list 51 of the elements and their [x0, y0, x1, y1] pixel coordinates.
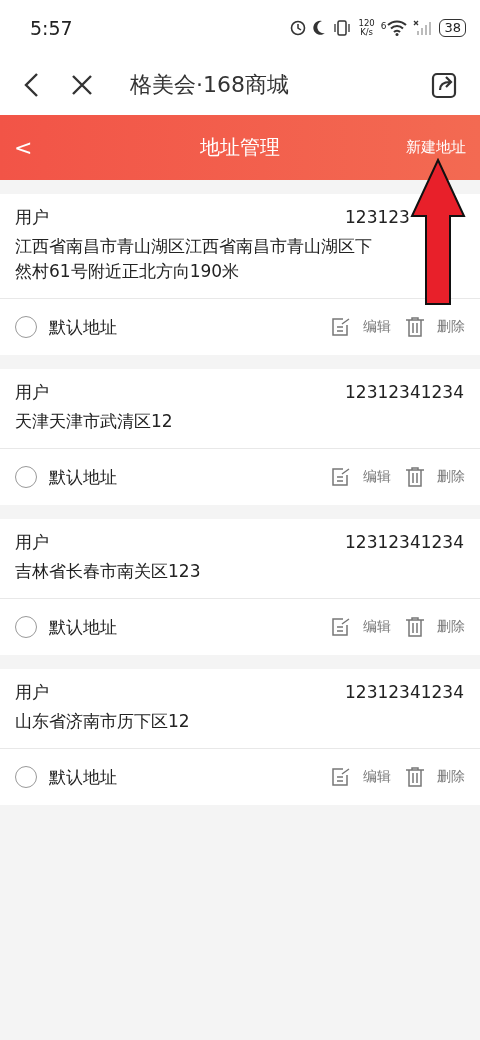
default-label: 默认地址	[49, 465, 118, 489]
address-text: 吉林省长春市南关区123	[15, 560, 202, 583]
delete-button[interactable]: 删除	[437, 318, 465, 336]
default-label: 默认地址	[49, 765, 118, 789]
header-title: 地址管理	[199, 134, 281, 161]
phone-number: 123123	[345, 206, 411, 228]
trash-icon	[405, 317, 425, 337]
wifi-label: 6	[380, 20, 387, 31]
phone-number: 12312341234	[345, 681, 465, 703]
recipient-name: 用户	[15, 206, 49, 228]
default-label: 默认地址	[49, 315, 118, 339]
default-radio[interactable]	[15, 316, 37, 338]
default-radio[interactable]	[15, 616, 37, 638]
address-text: 山东省济南市历下区12	[15, 710, 191, 733]
new-address-button[interactable]: 新建地址	[406, 138, 466, 157]
edit-button[interactable]: 编辑	[363, 768, 391, 786]
speed-unit: K/s	[359, 27, 375, 37]
recipient-name: 用户	[15, 531, 49, 553]
vibrate-icon	[332, 19, 353, 36]
wifi-icon	[387, 19, 408, 36]
edit-icon	[331, 767, 351, 787]
moon-icon	[312, 19, 327, 36]
signal-icon	[413, 19, 434, 36]
address-text: 江西省南昌市青山湖区江西省南昌市青山湖区下然村61号附近正北方向190米	[15, 235, 373, 283]
trash-icon	[405, 467, 425, 487]
delete-button[interactable]: 删除	[437, 468, 465, 486]
edit-button[interactable]: 编辑	[363, 468, 391, 486]
default-radio[interactable]	[15, 466, 37, 488]
clock: 5:57	[30, 16, 74, 39]
recipient-name: 用户	[15, 681, 49, 703]
edit-button[interactable]: 编辑	[363, 618, 391, 636]
trash-icon	[405, 767, 425, 787]
page-title: 格美会·168商城	[130, 71, 290, 99]
battery-level: 38	[439, 18, 466, 37]
clock-icon	[290, 19, 307, 36]
edit-icon	[331, 467, 351, 487]
phone-number: 12312341234	[345, 531, 465, 553]
phone-number: 12312341234	[345, 381, 465, 403]
recipient-name: 用户	[15, 381, 49, 403]
default-label: 默认地址	[49, 615, 118, 639]
back-button[interactable]: <	[14, 135, 74, 160]
delete-button[interactable]: 删除	[437, 768, 465, 786]
close-button[interactable]	[70, 73, 94, 97]
address-text: 天津天津市武清区12	[15, 410, 174, 433]
delete-button[interactable]: 删除	[437, 618, 465, 636]
speed-value: 120	[358, 18, 375, 28]
edit-icon	[331, 317, 351, 337]
trash-icon	[405, 617, 425, 637]
edit-icon	[331, 617, 351, 637]
edit-button[interactable]: 编辑	[363, 318, 391, 336]
default-radio[interactable]	[15, 766, 37, 788]
